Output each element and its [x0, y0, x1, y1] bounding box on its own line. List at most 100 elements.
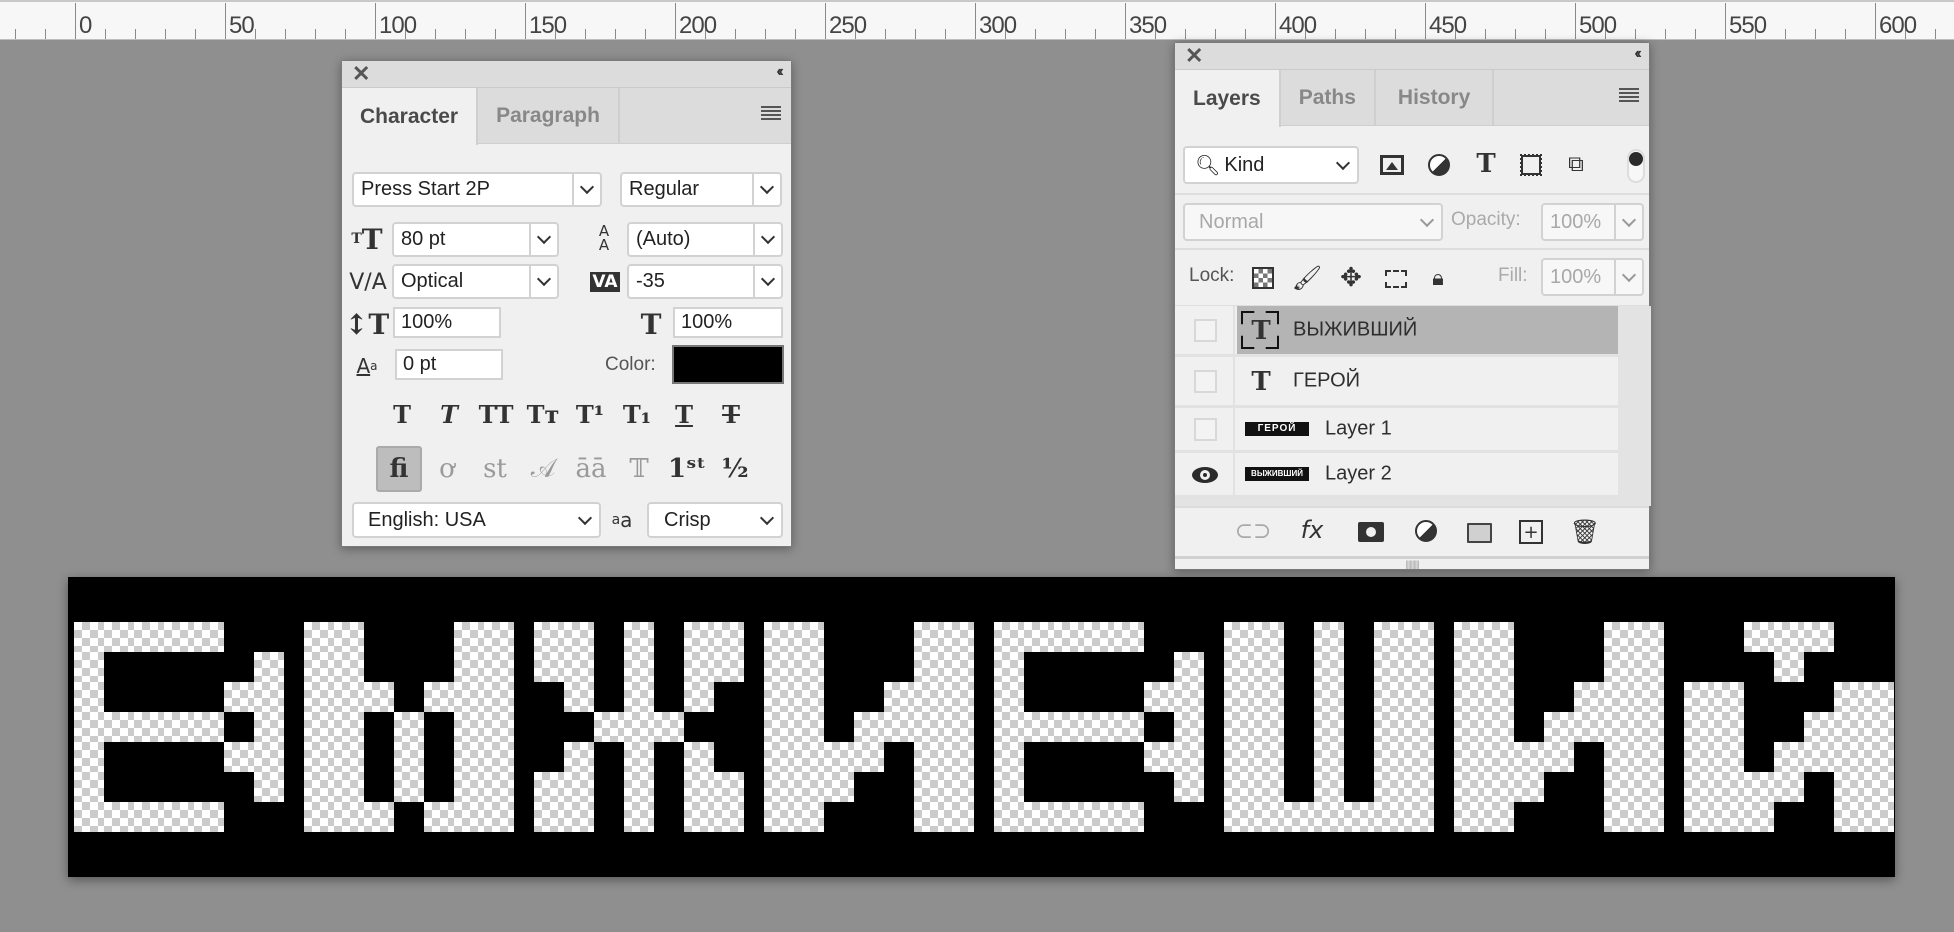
blend-mode-select[interactable]: Normal	[1183, 203, 1443, 241]
faux-italic-button[interactable]: T	[429, 394, 469, 434]
opacity-select[interactable]: 100%	[1541, 203, 1644, 241]
layer-row[interactable]: T ГЕРОЙ	[1175, 357, 1618, 408]
glyph-pixel	[1684, 772, 1714, 802]
tab-paths[interactable]: Paths	[1281, 70, 1376, 126]
glyph-pixel	[104, 712, 134, 742]
titling-alternates-button[interactable]: 𝕋	[616, 446, 662, 492]
glyph-pixel	[484, 772, 514, 802]
visibility-toggle[interactable]	[1175, 453, 1235, 495]
language-select[interactable]: English: USA	[352, 502, 601, 538]
kerning-select[interactable]: Optical	[392, 264, 559, 299]
antialias-icon: aa	[611, 508, 633, 532]
lock-move-icon[interactable]: ✥	[1337, 263, 1365, 293]
glyph-pixel	[994, 772, 1024, 802]
glyph-pixel	[1484, 772, 1514, 802]
layer-row[interactable]: ВЫЖИВШИЙ Layer 2	[1175, 453, 1618, 498]
subscript-button[interactable]: T₁	[617, 394, 657, 434]
tracking-select[interactable]: -35	[627, 264, 783, 299]
layer-style-fx-icon[interactable]: fx	[1295, 514, 1329, 546]
filter-kind-select[interactable]: 🔍︎ Kind	[1183, 146, 1359, 184]
filter-shape-icon[interactable]	[1517, 150, 1545, 180]
divider	[1175, 193, 1649, 195]
contextual-alternates-button[interactable]: ơ	[424, 446, 470, 492]
fractions-button[interactable]: ½	[712, 446, 758, 492]
adjustment-layer-icon[interactable]	[1415, 520, 1437, 542]
underline-button[interactable]: T	[664, 394, 704, 434]
all-caps-button[interactable]: TT	[476, 394, 516, 434]
lock-brush-icon[interactable]: 🖌︎	[1292, 263, 1322, 293]
filter-adjustment-icon[interactable]	[1425, 150, 1453, 180]
collapse-icon[interactable]: ‹‹	[1634, 45, 1641, 63]
tab-character[interactable]: Character	[342, 88, 479, 145]
superscript-button[interactable]: T¹	[570, 394, 610, 434]
close-icon[interactable]: ✕	[1185, 44, 1203, 68]
close-icon[interactable]: ✕	[352, 62, 370, 86]
faux-bold-button[interactable]: T	[382, 394, 422, 434]
vertical-scale-input[interactable]: 100%	[393, 307, 501, 338]
panel-menu-icon[interactable]	[761, 106, 781, 122]
glyph-pixel	[1404, 772, 1434, 802]
lock-transparent-icon[interactable]	[1252, 267, 1274, 289]
small-caps-button[interactable]: Tт	[523, 394, 563, 434]
lock-all-icon[interactable]: 🔒︎	[1425, 263, 1451, 293]
visibility-toggle[interactable]	[1175, 408, 1235, 450]
fill-select[interactable]: 100%	[1541, 258, 1644, 296]
glyph-pixel	[1254, 682, 1284, 712]
delete-layer-icon[interactable]: 🗑︎	[1570, 516, 1600, 548]
layer-row[interactable]: ГЕРОЙ Layer 1	[1175, 408, 1618, 453]
ruler-label: 400	[1279, 12, 1317, 39]
layer-row-body: ГЕРОЙ Layer 1	[1237, 408, 1618, 450]
glyph-pixel	[1314, 682, 1344, 712]
glyph-pixel	[914, 772, 944, 802]
font-family-select[interactable]: Press Start 2P	[352, 172, 602, 207]
filter-smart-object-icon[interactable]: ⧉	[1562, 148, 1590, 180]
resize-grip[interactable]: ||||||||||	[1175, 556, 1649, 570]
baseline-shift-input[interactable]: 0 pt	[395, 349, 503, 380]
ruler-tick	[615, 29, 616, 39]
standard-ligatures-button[interactable]: fi	[376, 446, 422, 492]
ruler-label: 450	[1429, 12, 1467, 39]
glyph-pixel	[1714, 742, 1744, 772]
font-size-select[interactable]: 80 pt	[392, 222, 559, 257]
color-label: Color:	[605, 354, 656, 375]
layer-row[interactable]: T ВЫЖИВШИЙ	[1175, 306, 1618, 357]
horizontal-scale-input[interactable]: 100%	[673, 307, 783, 338]
ruler-tick	[1635, 29, 1636, 39]
glyph-pixel	[1714, 772, 1744, 802]
filter-pixel-icon[interactable]	[1378, 150, 1406, 180]
visibility-toggle[interactable]	[1175, 357, 1235, 405]
glyph-pixel	[1684, 802, 1714, 832]
glyph-pixel	[394, 772, 424, 802]
leading-select[interactable]: (Auto)	[627, 222, 783, 257]
glyph-pixel	[1834, 712, 1864, 742]
color-swatch[interactable]	[672, 345, 784, 384]
horizontal-ruler[interactable]: 0 50 100 150 200 250 300 350 400 450 500 550 600	[0, 0, 1954, 40]
glyph-pixel	[1634, 682, 1664, 712]
new-layer-icon[interactable]: +	[1519, 520, 1543, 544]
link-layers-icon[interactable]: ⊂⊃	[1235, 516, 1272, 546]
glyph-pixel	[1604, 682, 1634, 712]
eye-icon	[1192, 467, 1218, 483]
tab-paragraph[interactable]: Paragraph	[478, 88, 620, 144]
add-mask-icon[interactable]	[1358, 522, 1384, 542]
filter-toggle[interactable]	[1627, 149, 1645, 183]
lock-artboard-icon[interactable]	[1382, 265, 1410, 293]
strikethrough-button[interactable]: T	[711, 394, 751, 434]
collapse-icon[interactable]: ‹‹	[776, 63, 783, 81]
glyph-pixel	[534, 652, 564, 682]
stylistic-alternates-button[interactable]: āā	[568, 446, 614, 492]
tab-layers[interactable]: Layers	[1175, 70, 1281, 127]
ruler-tick	[735, 29, 736, 39]
ordinals-button[interactable]: 1ˢᵗ	[664, 446, 710, 492]
font-style-select[interactable]: Regular	[620, 172, 782, 207]
swash-button[interactable]: 𝒜	[520, 446, 566, 492]
discretionary-ligatures-button[interactable]: st	[472, 446, 518, 492]
document-canvas[interactable]	[68, 577, 1895, 877]
visibility-toggle[interactable]	[1175, 306, 1235, 354]
new-group-icon[interactable]	[1467, 523, 1492, 543]
antialias-select[interactable]: Crisp	[647, 502, 783, 538]
ruler-tick	[1245, 29, 1246, 39]
panel-menu-icon[interactable]	[1619, 88, 1639, 104]
tab-history[interactable]: History	[1376, 70, 1495, 126]
filter-type-icon[interactable]: T	[1472, 148, 1500, 180]
